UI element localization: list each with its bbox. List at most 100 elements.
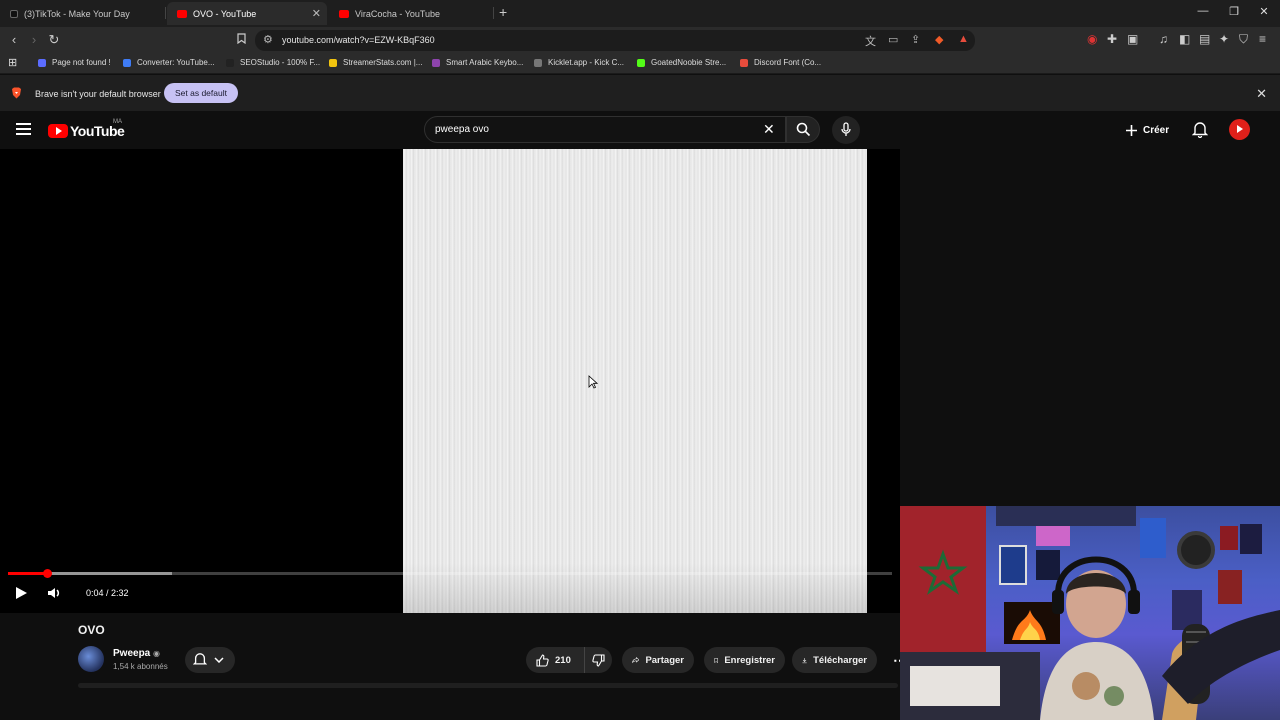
progress-bar[interactable] (8, 569, 892, 578)
youtube-logo[interactable]: YouTube (48, 123, 125, 139)
menu-icon[interactable] (16, 123, 31, 135)
bookmarks-bar: ⊞ Page not found ! Converter: YouTube...… (0, 54, 1280, 74)
apps-grid-icon[interactable]: ⊞ (8, 56, 17, 69)
tab-title: (3)TikTok - Make Your Day (24, 8, 130, 19)
brave-lion-icon (12, 87, 21, 99)
search-input[interactable] (435, 124, 735, 135)
channel-name[interactable]: Pweepa (113, 648, 150, 659)
tab-title: ViraCocha - YouTube (355, 8, 441, 19)
site-settings-icon[interactable]: ⚙ (263, 33, 273, 46)
screenshot-icon[interactable]: ▣ (1127, 32, 1138, 46)
bookmark-label: GoatedNoobie Stre... (651, 58, 727, 67)
bookmark-label: StreamerStats.com |... (343, 58, 423, 67)
mouse-cursor-icon (588, 375, 598, 389)
video-frame[interactable] (403, 149, 867, 613)
save-button[interactable]: Enregistrer (704, 647, 785, 673)
bookmark-favicon (534, 58, 542, 67)
youtube-header: YouTube MA ✕ Créer (0, 111, 1280, 149)
restore-button[interactable]: ❐ (1226, 5, 1242, 18)
tab-tiktok[interactable]: (3)TikTok - Make Your Day (0, 2, 163, 25)
reader-mode-icon[interactable]: ▭ (888, 33, 898, 46)
new-tab-button[interactable]: + (499, 4, 507, 20)
extensions-icon[interactable]: ✚ (1107, 32, 1117, 46)
bookmark-favicon (432, 58, 440, 67)
extension-record-icon[interactable]: ◉ (1087, 32, 1097, 46)
close-window-button[interactable]: ✕ (1256, 5, 1272, 18)
share-icon[interactable]: ⇪ (911, 33, 920, 46)
tab-viracocha-youtube[interactable]: ViraCocha - YouTube (329, 2, 492, 25)
minimize-button[interactable]: — (1195, 5, 1211, 17)
dislike-button[interactable] (584, 647, 612, 673)
like-count: 210 (555, 654, 571, 666)
tiktok-icon (10, 9, 18, 18)
video-title: OVO (78, 623, 105, 637)
clear-search-icon[interactable]: ✕ (763, 121, 775, 138)
close-infobar-icon[interactable]: ✕ (1256, 86, 1267, 102)
bell-icon (193, 653, 207, 665)
bookmark-item[interactable]: Smart Arabic Keybo... (432, 58, 523, 67)
youtube-play-logo-icon (48, 124, 68, 138)
volume-icon[interactable] (47, 586, 63, 600)
forward-icon[interactable]: › (26, 32, 42, 47)
bookmark-item[interactable]: Converter: YouTube... (123, 58, 215, 67)
download-button[interactable]: Télécharger (792, 647, 877, 673)
translate-icon[interactable]: 文 (865, 33, 876, 49)
address-bar[interactable]: ⚙ youtube.com/watch?v=EZW-KBqF360 文 ▭ ⇪ … (255, 30, 975, 51)
brave-shields-icon[interactable]: ◆ (935, 33, 943, 46)
logo-text: YouTube (70, 123, 125, 139)
account-avatar[interactable] (1229, 119, 1250, 140)
create-button[interactable]: Créer (1125, 118, 1169, 142)
wallet-icon[interactable]: ▤ (1199, 32, 1210, 46)
default-browser-infobar: Brave isn't your default browser Set as … (0, 75, 1280, 111)
bookmark-label: Discord Font (Co... (754, 58, 822, 67)
sidebar-icon[interactable]: ◧ (1179, 32, 1190, 46)
back-icon[interactable]: ‹ (6, 32, 22, 47)
close-tab-icon[interactable]: ✕ (312, 7, 321, 20)
description-box[interactable] (78, 683, 898, 688)
thumbs-down-icon (592, 653, 605, 667)
tab-separator (165, 7, 166, 19)
address-toolbar: ‹ › ↻ ⚙ youtube.com/watch?v=EZW-KBqF360 … (0, 27, 1280, 54)
youtube-icon (177, 9, 187, 18)
chevron-down-icon (214, 657, 224, 663)
bookmark-favicon (226, 58, 234, 67)
search-box[interactable] (424, 116, 786, 143)
url-text[interactable]: youtube.com/watch?v=EZW-KBqF360 (282, 35, 435, 45)
voice-search-button[interactable] (832, 116, 860, 144)
bookmark-icon[interactable] (233, 32, 249, 47)
brave-rewards-icon[interactable]: ▲ (958, 33, 969, 45)
leo-ai-icon[interactable]: ✦ (1219, 32, 1229, 46)
play-icon[interactable] (14, 586, 28, 600)
notifications-bell-icon[interactable] (1192, 121, 1208, 138)
search-button[interactable] (786, 116, 820, 143)
bookmark-item[interactable]: Page not found ! (38, 58, 111, 67)
verified-badge-icon: ◉ (153, 649, 160, 658)
channel-avatar[interactable] (78, 646, 104, 672)
set-default-button[interactable]: Set as default (164, 83, 238, 103)
vpn-icon[interactable]: ⛉ (1239, 32, 1248, 47)
tab-separator (493, 7, 494, 19)
menu-icon[interactable]: ≡ (1259, 32, 1266, 46)
tab-title: OVO - YouTube (193, 8, 257, 19)
video-player[interactable]: 0:04 / 2:32 (0, 149, 900, 613)
music-icon[interactable]: ♫ (1159, 32, 1168, 46)
streamer-webcam-image (900, 506, 1280, 720)
tab-ovo-youtube[interactable]: OVO - YouTube ✕ (167, 2, 327, 25)
plus-icon (1126, 124, 1137, 136)
bookmark-item[interactable]: Discord Font (Co... (740, 58, 821, 67)
share-button[interactable]: Partager (622, 647, 694, 673)
bookmark-item[interactable]: StreamerStats.com |... (329, 58, 422, 67)
microphone-icon (841, 122, 851, 136)
bookmark-item[interactable]: SEOStudio - 100% F... (226, 58, 320, 67)
reload-icon[interactable]: ↻ (46, 32, 62, 48)
bookmark-item[interactable]: GoatedNoobie Stre... (637, 58, 726, 67)
download-label: Télécharger (813, 654, 867, 666)
time-display: 0:04 / 2:32 (86, 588, 129, 598)
youtube-icon (339, 9, 349, 18)
bookmark-label: SEOStudio - 100% F... (240, 58, 321, 67)
country-code: MA (113, 119, 122, 125)
scrubber-handle[interactable] (42, 569, 52, 578)
bookmark-item[interactable]: Kicklet.app - Kick C... (534, 58, 624, 67)
like-button[interactable]: 210 (526, 647, 584, 673)
subscription-bell-button[interactable] (185, 647, 235, 673)
